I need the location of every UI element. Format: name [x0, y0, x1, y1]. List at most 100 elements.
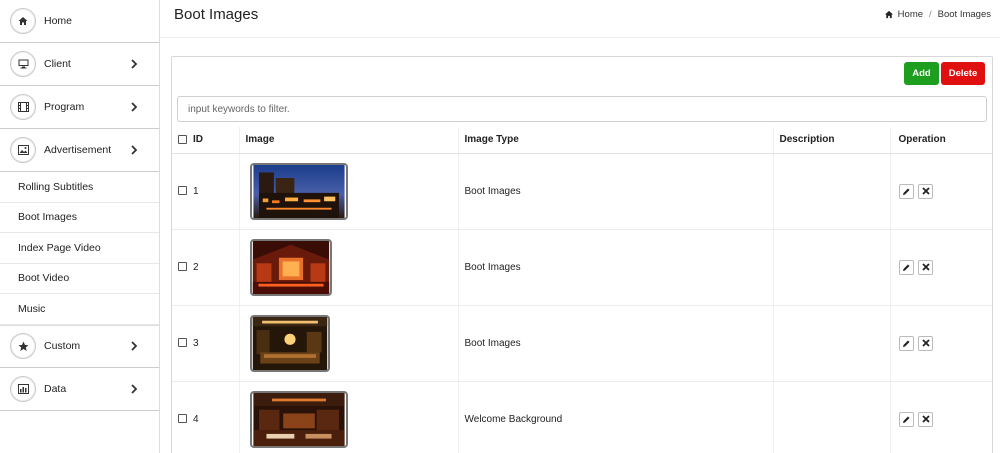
row-checkbox[interactable] [178, 186, 187, 196]
operation-cell [890, 229, 992, 306]
delete-row-button[interactable] [918, 183, 934, 199]
description-cell [773, 229, 891, 306]
chevron-right-icon [131, 145, 138, 155]
edit-button[interactable] [898, 183, 914, 199]
home-icon [884, 10, 893, 19]
image-type-cell: Welcome Background [458, 381, 774, 453]
delete-button[interactable]: Delete [941, 62, 985, 85]
sidebar-item-custom[interactable]: Custom [0, 324, 159, 368]
row-id: 4 [193, 413, 199, 425]
delete-row-button[interactable] [918, 335, 934, 351]
column-description: Description [773, 127, 891, 154]
column-id-label: ID [193, 134, 203, 146]
table-header-row: ID Image Image Type Description Operatio… [172, 127, 992, 154]
breadcrumb: Home / Boot Images [884, 9, 991, 20]
breadcrumb-home[interactable]: Home [898, 9, 923, 20]
column-id: ID [172, 127, 240, 154]
column-image: Image [239, 127, 459, 154]
sidebar: Home Client Program Advertisement Rollin… [0, 0, 160, 453]
thumbnail-image[interactable] [249, 238, 332, 296]
edit-button[interactable] [898, 411, 914, 427]
delete-row-button[interactable] [918, 259, 934, 275]
id-cell: 2 [172, 229, 240, 306]
pencil-icon [902, 188, 909, 195]
close-icon [922, 187, 930, 195]
chevron-right-icon [131, 341, 138, 351]
operation-cell [890, 381, 992, 453]
sidebar-item-label: Advertisement [44, 144, 112, 156]
sidebar-subitem-music[interactable]: Music [0, 294, 159, 325]
sidebar-item-client[interactable]: Client [0, 43, 159, 86]
row-id: 1 [193, 185, 199, 197]
home-icon [10, 8, 36, 34]
header-divider [160, 37, 1000, 38]
select-all-checkbox[interactable] [178, 135, 187, 145]
id-cell: 4 [172, 381, 240, 453]
pencil-icon [902, 264, 909, 271]
images-table: ID Image Image Type Description Operatio… [172, 127, 992, 453]
description-cell [773, 305, 891, 382]
sidebar-subitem-index-page-video[interactable]: Index Page Video [0, 233, 159, 264]
description-cell [773, 381, 891, 453]
pencil-icon [902, 340, 909, 347]
sidebar-subitem-boot-video[interactable]: Boot Video [0, 264, 159, 294]
sidebar-item-label: Data [44, 382, 67, 395]
description-cell [773, 153, 891, 230]
picture-icon [10, 137, 36, 163]
table-row: 4 Welcome Background [172, 381, 992, 453]
sidebar-item-label: Client [44, 58, 71, 70]
operation-cell [890, 305, 992, 382]
image-type-cell: Boot Images [458, 153, 774, 230]
film-icon [10, 94, 36, 120]
sidebar-subitem-boot-images[interactable]: Boot Images [0, 203, 159, 233]
table-row: 1 Boot Images [172, 153, 992, 230]
operation-cell [890, 153, 992, 230]
image-type-cell: Boot Images [458, 229, 774, 306]
row-checkbox[interactable] [178, 414, 187, 424]
table-row: 2 Boot Images [172, 229, 992, 306]
row-checkbox[interactable] [178, 262, 187, 272]
column-image-type: Image Type [458, 127, 774, 154]
row-id: 3 [193, 337, 199, 349]
sidebar-item-advertisement[interactable]: Advertisement [0, 129, 159, 172]
chart-icon [10, 375, 36, 402]
sidebar-item-data[interactable]: Data [0, 368, 159, 411]
breadcrumb-separator: / [929, 9, 932, 20]
sidebar-item-label: Program [44, 101, 85, 113]
image-cell [239, 153, 459, 230]
table-row: 3 Boot Images [172, 305, 992, 382]
id-cell: 3 [172, 305, 240, 382]
add-button[interactable]: Add [904, 62, 939, 85]
column-operation: Operation [890, 127, 992, 154]
edit-button[interactable] [898, 259, 914, 275]
close-icon [922, 415, 930, 423]
thumbnail-image[interactable] [249, 390, 348, 448]
image-cell [239, 305, 459, 382]
thumbnail-image[interactable] [249, 314, 330, 372]
row-id: 2 [193, 261, 199, 273]
row-checkbox[interactable] [178, 338, 187, 348]
sidebar-item-program[interactable]: Program [0, 86, 159, 129]
content-panel: Add Delete ID Image Image Type Descripti… [171, 56, 993, 453]
sidebar-item-home[interactable]: Home [0, 0, 159, 43]
close-icon [922, 339, 930, 347]
page-title: Boot Images [174, 6, 259, 23]
id-cell: 1 [172, 153, 240, 230]
chevron-right-icon [131, 102, 138, 112]
filter-input[interactable] [177, 96, 987, 122]
thumbnail-image[interactable] [249, 162, 348, 220]
image-type-cell: Boot Images [458, 305, 774, 382]
image-cell [239, 381, 459, 453]
edit-button[interactable] [898, 335, 914, 351]
chevron-right-icon [131, 59, 138, 69]
sidebar-item-label: Custom [44, 340, 81, 352]
pencil-icon [902, 416, 909, 423]
sidebar-subitem-rolling-subtitles[interactable]: Rolling Subtitles [0, 172, 159, 203]
chevron-right-icon [131, 383, 138, 394]
sidebar-item-label: Home [44, 15, 73, 27]
close-icon [922, 263, 930, 271]
delete-row-button[interactable] [918, 411, 934, 427]
star-icon [10, 333, 36, 359]
image-cell [239, 229, 459, 306]
monitor-icon [10, 51, 36, 77]
